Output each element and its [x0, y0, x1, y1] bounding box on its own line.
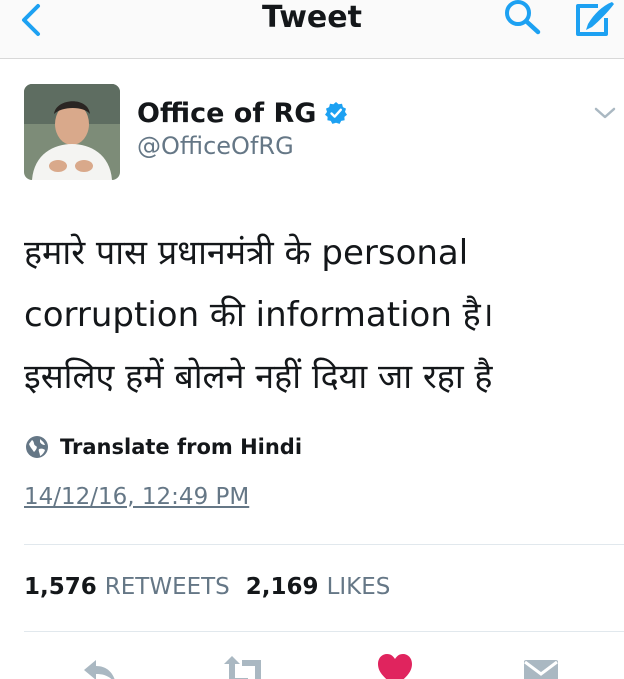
- search-icon: [505, 0, 541, 35]
- author-name-row: Office of RG: [137, 96, 348, 130]
- retweet-icon: [224, 656, 261, 679]
- tweet-action-bar: [0, 652, 624, 679]
- tweet-line-1: हमारे पास प्रधानमंत्री के personal: [24, 233, 469, 273]
- tweet-line-2: corruption की information है।: [24, 295, 494, 335]
- translate-label: Translate from Hindi: [60, 435, 303, 459]
- likes-label[interactable]: LIKES: [327, 574, 391, 600]
- tweet-text: हमारे पास प्रधानमंत्री के personal corru…: [24, 222, 604, 408]
- retweets-count[interactable]: 1,576: [24, 574, 97, 600]
- likes-count[interactable]: 2,169: [246, 574, 319, 600]
- author-display-name[interactable]: Office of RG: [137, 98, 316, 129]
- chevron-down-icon: [594, 107, 616, 119]
- retweet-button[interactable]: [220, 652, 270, 679]
- reply-icon: [84, 660, 115, 679]
- verified-badge-icon: [325, 102, 348, 124]
- compose-icon: [576, 2, 614, 36]
- retweets-label[interactable]: RETWEETS: [105, 574, 230, 600]
- search-button[interactable]: [500, 0, 544, 36]
- direct-message-icon: [524, 660, 558, 679]
- navigation-bar: Tweet: [0, 0, 624, 59]
- more-options-button[interactable]: [592, 102, 618, 124]
- translate-button[interactable]: Translate from Hindi: [24, 432, 302, 462]
- tweet-timestamp[interactable]: 14/12/16, 12:49 PM: [24, 484, 249, 510]
- like-icon: [378, 654, 412, 679]
- direct-message-button[interactable]: [522, 652, 560, 679]
- tweet-stats: 1,576 RETWEETS 2,169 LIKES: [24, 572, 406, 602]
- globe-icon: [26, 436, 48, 458]
- divider: [24, 544, 624, 545]
- avatar[interactable]: [24, 84, 120, 180]
- profile-photo: [24, 84, 120, 180]
- divider: [24, 631, 624, 632]
- reply-button[interactable]: [80, 652, 120, 679]
- compose-button[interactable]: [572, 0, 618, 40]
- author-handle[interactable]: @OfficeOfRG: [137, 132, 294, 160]
- like-button[interactable]: [376, 652, 414, 679]
- tweet-line-3: इसलिए हमें बोलने नहीं दिया जा रहा है: [24, 357, 493, 397]
